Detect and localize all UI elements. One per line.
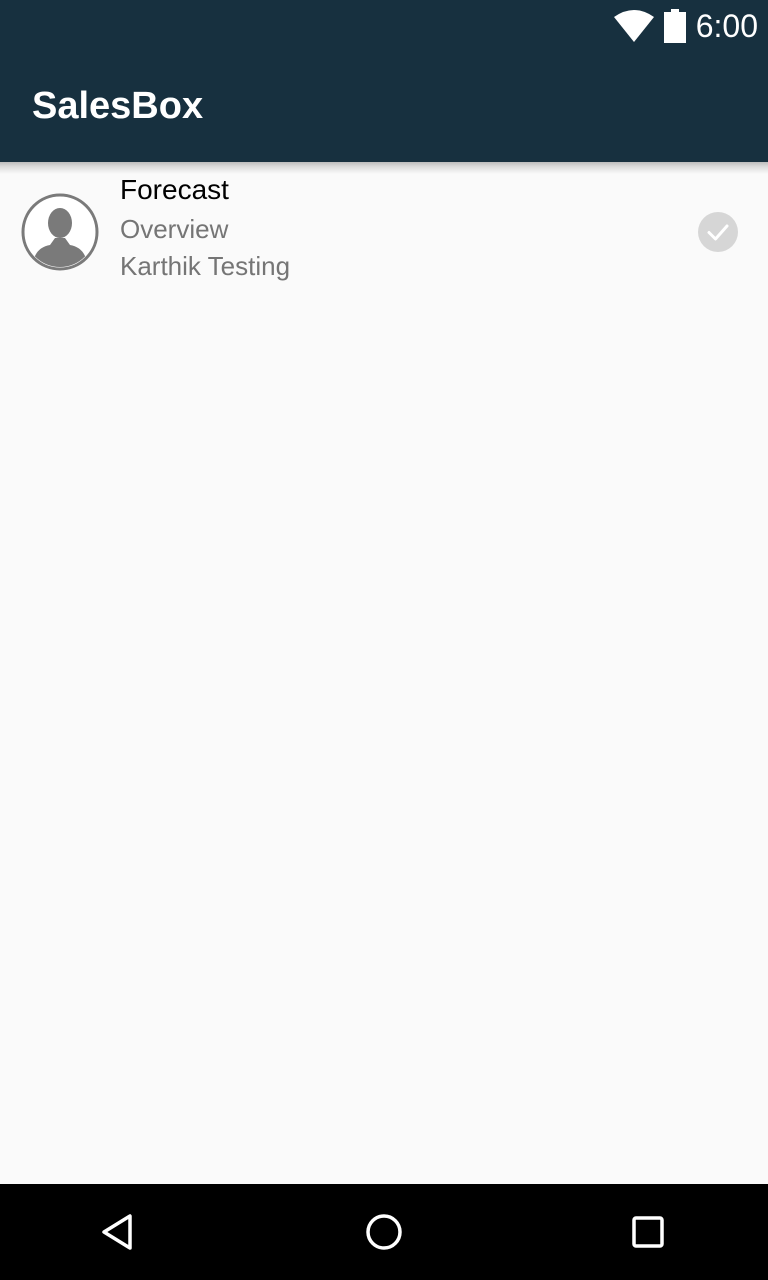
recents-icon[interactable] [624, 1208, 672, 1256]
phone-screen: 6:00 SalesBox Forecast Overview Karthik … [0, 0, 768, 1280]
app-bar-shadow [0, 162, 768, 174]
back-icon[interactable] [96, 1208, 144, 1256]
status-icons: 6:00 [613, 6, 758, 46]
status-time: 6:00 [695, 8, 758, 44]
battery-icon [663, 9, 686, 43]
item-title: Forecast [120, 174, 229, 205]
check-circle-icon[interactable] [698, 212, 738, 252]
navigation-bar [0, 1184, 768, 1280]
app-bar: SalesBox [0, 50, 768, 162]
wifi-icon [613, 10, 654, 42]
person-avatar-icon [20, 192, 100, 272]
item-owner: Karthik Testing [120, 251, 291, 281]
status-bar: 6:00 [0, 0, 768, 50]
item-subtitle: Overview [120, 214, 229, 244]
app-title: SalesBox [32, 85, 204, 127]
forecast-list: Forecast Overview Karthik Testing [0, 174, 768, 290]
home-icon[interactable] [360, 1208, 408, 1256]
list-item[interactable]: Forecast Overview Karthik Testing [0, 174, 768, 290]
list-item-text: Forecast Overview Karthik Testing [120, 174, 290, 281]
